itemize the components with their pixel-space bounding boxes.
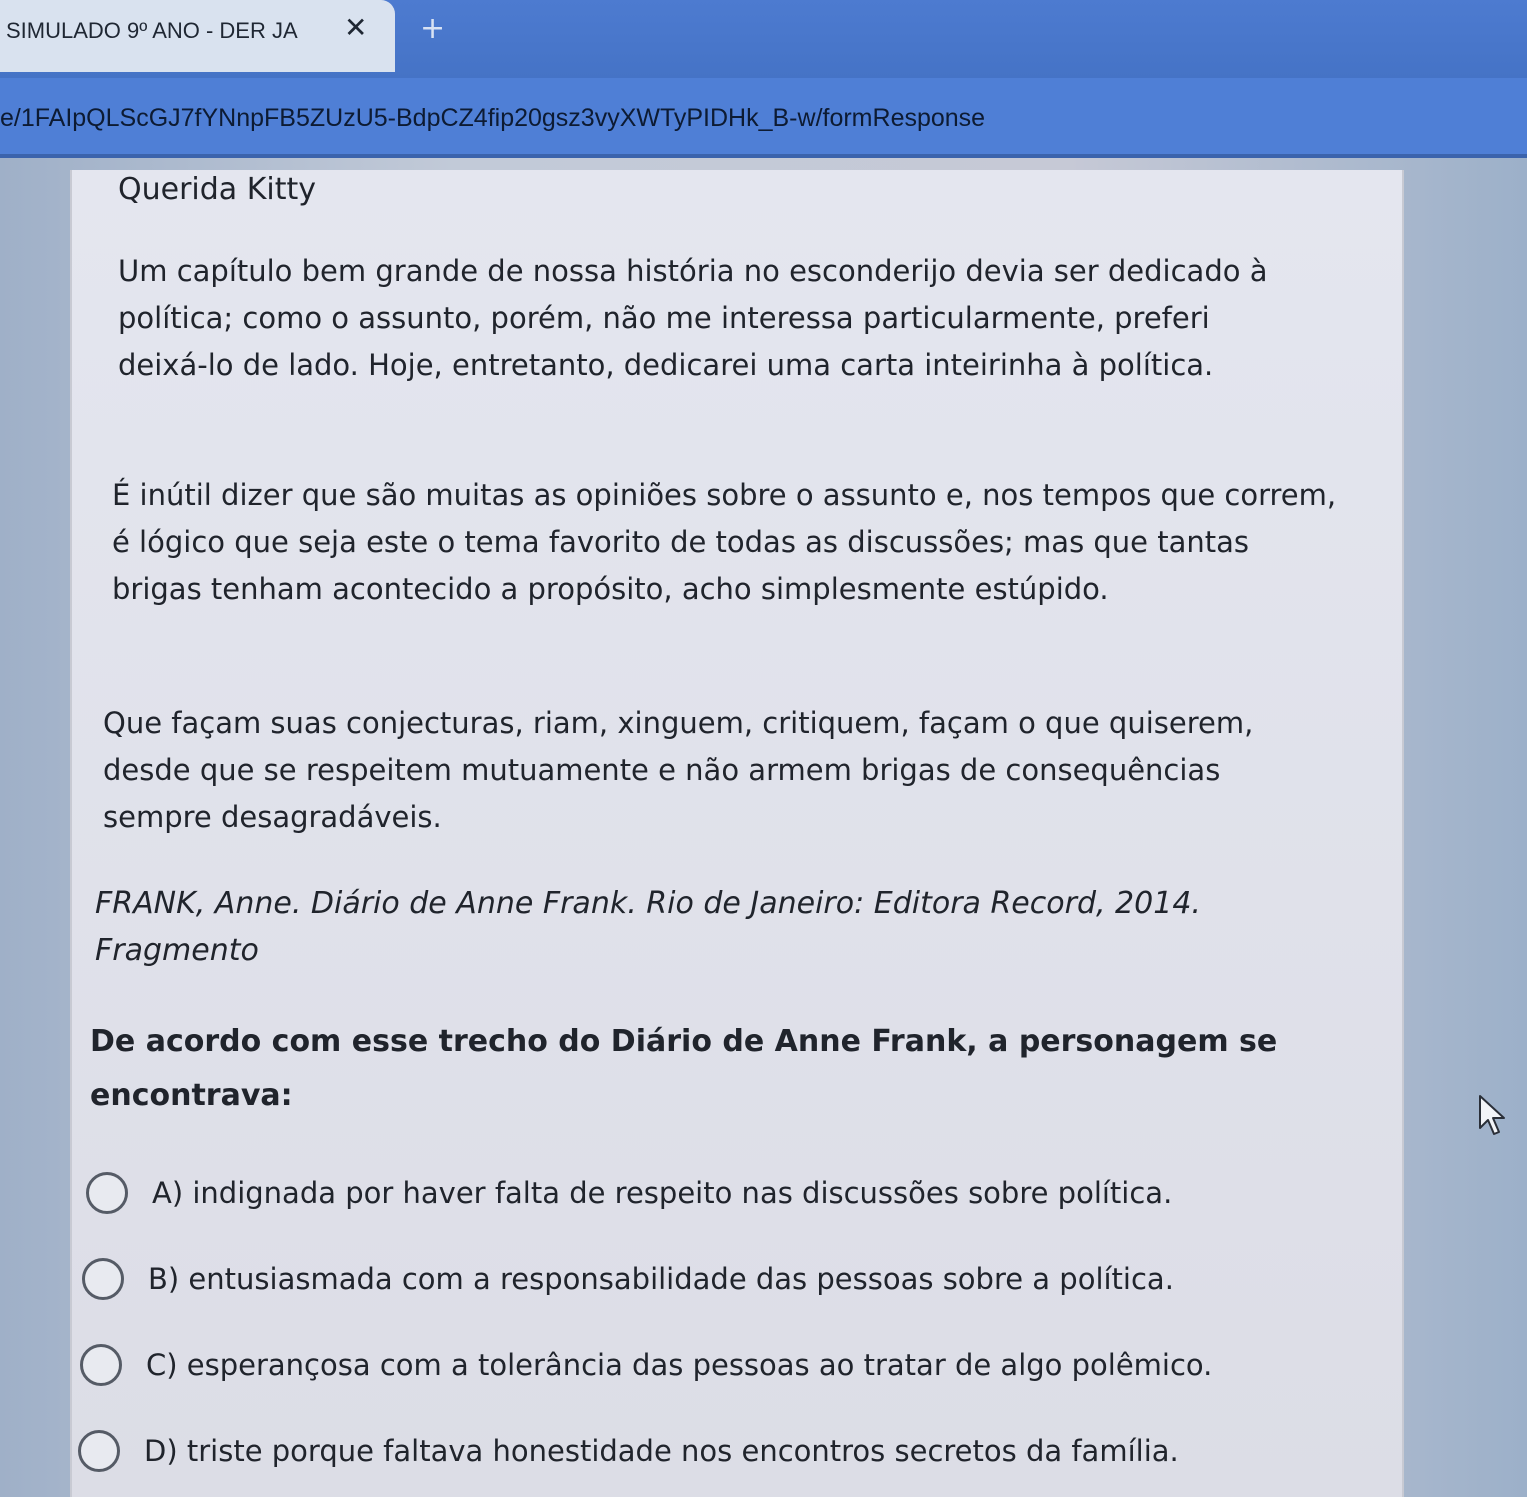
option-label[interactable]: B) entusiasmada com a responsabilidade d…	[148, 1262, 1174, 1296]
option-label[interactable]: D) triste porque faltava honestidade nos…	[144, 1434, 1179, 1468]
letter-greeting: Querida Kitty	[118, 172, 317, 207]
mouse-cursor-icon	[1479, 1095, 1505, 1135]
letter-paragraph: Um capítulo bem grande de nossa história…	[118, 254, 1268, 382]
radio-button[interactable]	[78, 1430, 120, 1472]
tab-title: SIMULADO 9º ANO - DER JA	[6, 18, 298, 43]
letter-paragraph: É inútil dizer que são muitas as opiniõe…	[112, 478, 1337, 606]
close-icon[interactable]: ✕	[344, 14, 367, 42]
tab-bar: SIMULADO 9º ANO - DER JA ✕ +	[0, 0, 1527, 78]
url-text[interactable]: e/1FAIpQLScGJ7fYNnpFB5ZUzU5-BdpCZ4fip20g…	[0, 104, 985, 133]
browser-tab[interactable]: SIMULADO 9º ANO - DER JA ✕	[0, 0, 395, 72]
option-label[interactable]: A) indignada por haver falta de respeito…	[152, 1176, 1172, 1210]
option-a[interactable]: A) indignada por haver falta de respeito…	[86, 1168, 1172, 1218]
letter-paragraph: Que façam suas conjecturas, riam, xingue…	[103, 706, 1254, 834]
address-bar[interactable]: e/1FAIpQLScGJ7fYNnpFB5ZUzU5-BdpCZ4fip20g…	[0, 78, 1527, 158]
option-d[interactable]: D) triste porque faltava honestidade nos…	[78, 1426, 1179, 1476]
radio-button[interactable]	[80, 1344, 122, 1386]
radio-button[interactable]	[86, 1172, 128, 1214]
option-c[interactable]: C) esperançosa com a tolerância das pess…	[80, 1340, 1212, 1390]
citation: FRANK, Anne. Diário de Anne Frank. Rio d…	[95, 886, 1201, 968]
question-text: De acordo com esse trecho do Diário de A…	[90, 1024, 1278, 1113]
option-label[interactable]: C) esperançosa com a tolerância das pess…	[146, 1348, 1212, 1382]
option-b[interactable]: B) entusiasmada com a responsabilidade d…	[82, 1254, 1174, 1304]
new-tab-button[interactable]: +	[420, 14, 445, 44]
radio-button[interactable]	[82, 1258, 124, 1300]
